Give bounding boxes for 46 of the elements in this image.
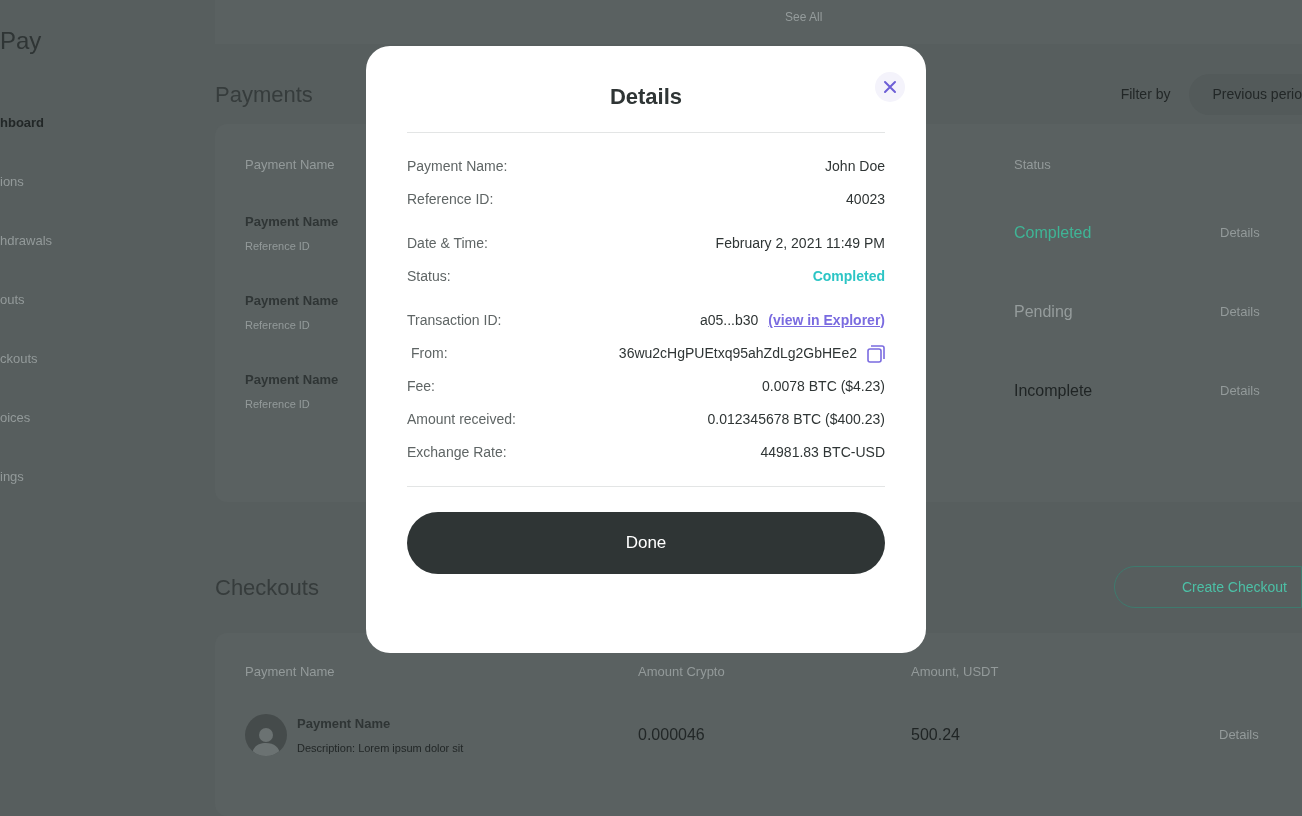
- column-header: Amount Crypto: [638, 664, 725, 680]
- status-text: Completed: [1014, 223, 1093, 243]
- sidebar-item[interactable]: oices: [0, 407, 31, 429]
- field-value: 0.0078 BTC ($4.23): [762, 377, 885, 396]
- close-icon[interactable]: [875, 72, 905, 102]
- column-header: Payment Name: [245, 157, 335, 173]
- field-value: February 2, 2021 11:49 PM: [715, 234, 885, 253]
- sidebar-item[interactable]: ings: [0, 466, 24, 488]
- field-value: 44981.83 BTC-USD: [760, 443, 885, 462]
- explorer-link[interactable]: (view in Explorer): [768, 310, 885, 331]
- column-header: Status: [1014, 156, 1051, 175]
- sidebar-item[interactable]: ions: [0, 171, 24, 193]
- sidebar-item[interactable]: ckouts: [0, 348, 38, 370]
- column-header: Amount, USDT: [911, 664, 999, 680]
- field-label: Amount received:: [407, 410, 516, 429]
- details-link[interactable]: Details: [1220, 302, 1260, 322]
- field-value: a05...b30: [699, 311, 759, 330]
- dialog-title: Details: [609, 83, 683, 111]
- field-label: Payment Name:: [407, 157, 508, 176]
- field-label: Fee:: [407, 377, 435, 396]
- status-text: Pending: [1014, 302, 1074, 322]
- status-text: Incomplete: [1014, 381, 1094, 401]
- done-button[interactable]: Done: [407, 512, 885, 574]
- field-value: 40023: [846, 190, 885, 209]
- details-link[interactable]: Details: [1220, 223, 1260, 243]
- field-label: Date & Time:: [407, 234, 488, 253]
- field-label: Exchange Rate:: [407, 443, 507, 462]
- field-value: 0.012345678 BTC ($400.23): [707, 410, 885, 429]
- copy-icon[interactable]: [867, 344, 885, 363]
- details-link[interactable]: Details: [1219, 725, 1259, 745]
- crypto-amount: 0.000046: [638, 725, 706, 745]
- see-all-link[interactable]: See All: [785, 8, 823, 26]
- field-label: Status:: [407, 267, 451, 286]
- field-label: Transaction ID:: [407, 311, 502, 330]
- status-text: Completed: [812, 267, 885, 286]
- field-label: From:: [410, 344, 448, 363]
- column-header: Payment Name: [245, 664, 335, 680]
- sidebar-item[interactable]: outs: [0, 289, 25, 311]
- sidebar-item[interactable]: hdrawals: [0, 230, 53, 252]
- details-link[interactable]: Details: [1220, 381, 1260, 401]
- field-label: Reference ID:: [407, 190, 494, 209]
- field-value: 36wu2cHgPUEtxq95ahZdLg2GbHEe2: [618, 344, 857, 363]
- usdt-amount: 500.24: [911, 725, 961, 745]
- field-value: John Doe: [825, 157, 885, 176]
- avatar: [245, 714, 287, 756]
- description-text: Description: Lorem ipsum dolor sit: [297, 740, 464, 756]
